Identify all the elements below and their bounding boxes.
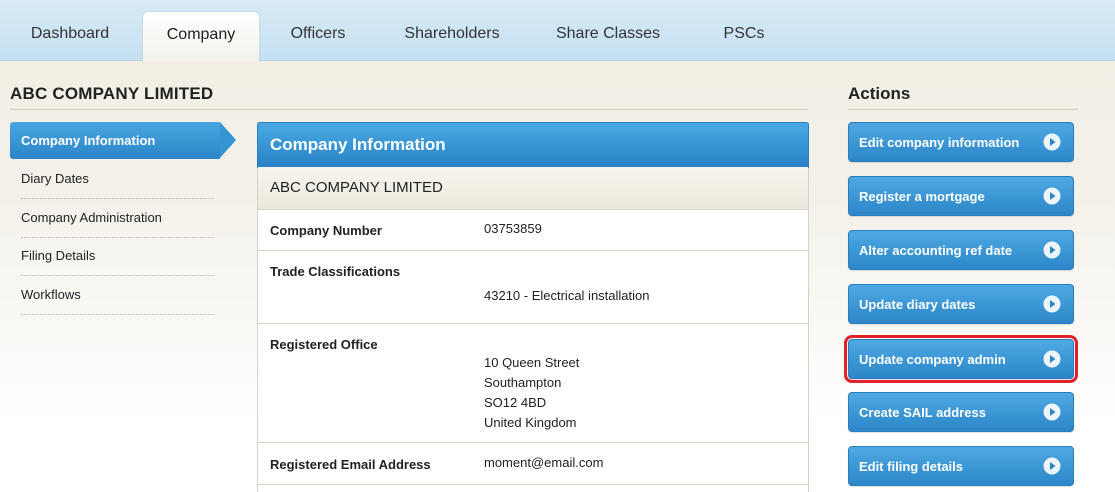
button-label: Update company admin xyxy=(859,352,1006,367)
tab-label: Officers xyxy=(290,25,346,42)
tab-label: Shareholders xyxy=(404,25,500,42)
tab-label: Share Classes xyxy=(555,25,661,42)
sidebar-item-diary-dates[interactable]: Diary Dates xyxy=(21,160,213,199)
info-row-company-number: Company Number 03753859 xyxy=(258,210,808,251)
button-label: Edit company information xyxy=(859,135,1020,150)
company-page: Dashboard Company Officers Shareholders … xyxy=(0,0,1115,492)
row-value: 43210 - Electrical installation xyxy=(484,288,650,303)
circle-play-icon xyxy=(1043,187,1061,205)
page-title: ABC COMPANY LIMITED xyxy=(10,84,214,103)
top-tab-bar: Dashboard Company Officers Shareholders … xyxy=(0,0,1115,62)
tab-dashboard[interactable]: Dashboard xyxy=(14,11,126,60)
address-line: 10 Queen Street xyxy=(484,355,580,370)
sidebar-item-label: Diary Dates xyxy=(21,171,89,186)
create-sail-address-button[interactable]: Create SAIL address xyxy=(848,392,1074,432)
sidebar-item-label: Workflows xyxy=(21,287,81,302)
row-value: 03753859 xyxy=(484,221,542,236)
circle-play-icon xyxy=(1043,295,1061,313)
row-label: Registered Email Address xyxy=(270,457,431,472)
circle-play-icon xyxy=(1043,457,1061,475)
sidebar-item-label: Filing Details xyxy=(21,248,96,263)
title-divider xyxy=(10,109,808,110)
panel-title: Company Information xyxy=(270,135,446,154)
sidebar-item-label: Company Information xyxy=(21,133,156,148)
tab-pscs[interactable]: PSCs xyxy=(700,11,788,60)
sidebar-item-company-information[interactable]: Company Information xyxy=(10,122,236,159)
row-label: Trade Classifications xyxy=(270,264,401,279)
actions-divider xyxy=(848,109,1078,110)
circle-play-icon xyxy=(1043,133,1061,151)
address-line: SO12 4BD xyxy=(484,395,547,410)
button-label: Register a mortgage xyxy=(859,189,985,204)
tab-company[interactable]: Company xyxy=(142,11,260,62)
info-row-registered-email: Registered Email Address moment@email.co… xyxy=(258,443,808,485)
update-diary-dates-button[interactable]: Update diary dates xyxy=(848,284,1074,324)
edit-company-information-button[interactable]: Edit company information xyxy=(848,122,1074,162)
tab-shareholders[interactable]: Shareholders xyxy=(388,11,516,60)
info-row-trade-classifications: Trade Classifications 43210 - Electrical… xyxy=(258,251,808,324)
circle-play-icon xyxy=(1043,350,1061,368)
sidebar-item-label: Company Administration xyxy=(21,210,162,225)
company-info-panel: Company Information ABC COMPANY LIMITED … xyxy=(257,122,809,492)
sidebar-item-company-administration[interactable]: Company Administration xyxy=(21,199,213,238)
actions-heading: Actions xyxy=(848,84,911,103)
row-value: moment@email.com xyxy=(484,455,604,470)
address-line: Southampton xyxy=(484,375,562,390)
sidebar-item-workflows[interactable]: Workflows xyxy=(21,276,213,315)
tab-label: PSCs xyxy=(723,25,765,42)
tab-label: Dashboard xyxy=(30,25,110,42)
button-label: Alter accounting ref date xyxy=(859,243,1013,258)
circle-play-icon xyxy=(1043,403,1061,421)
row-label: Registered Office xyxy=(270,337,378,352)
button-label: Edit filing details xyxy=(859,459,964,474)
row-label: Company Number xyxy=(270,223,382,238)
button-label: Update diary dates xyxy=(859,297,976,312)
sidebar-item-filing-details[interactable]: Filing Details xyxy=(21,237,213,276)
address-line: United Kingdom xyxy=(484,415,577,430)
info-row-registered-office: Registered Office 10 Queen Street Southa… xyxy=(258,324,808,443)
update-company-admin-button[interactable]: Update company admin xyxy=(844,335,1078,383)
tab-officers[interactable]: Officers xyxy=(272,11,364,60)
address-block: 10 Queen Street Southampton SO12 4BD Uni… xyxy=(484,353,579,433)
edit-filing-details-button[interactable]: Edit filing details xyxy=(848,446,1074,486)
panel-subheader: ABC COMPANY LIMITED xyxy=(258,167,808,210)
tab-label: Company xyxy=(166,26,236,43)
register-mortgage-button[interactable]: Register a mortgage xyxy=(848,176,1074,216)
button-label: Create SAIL address xyxy=(859,405,986,420)
panel-company-name: ABC COMPANY LIMITED xyxy=(270,179,443,196)
tab-share-classes[interactable]: Share Classes xyxy=(540,11,676,60)
circle-play-icon xyxy=(1043,241,1061,259)
panel-header: Company Information xyxy=(257,122,809,168)
alter-accounting-ref-date-button[interactable]: Alter accounting ref date xyxy=(848,230,1074,270)
